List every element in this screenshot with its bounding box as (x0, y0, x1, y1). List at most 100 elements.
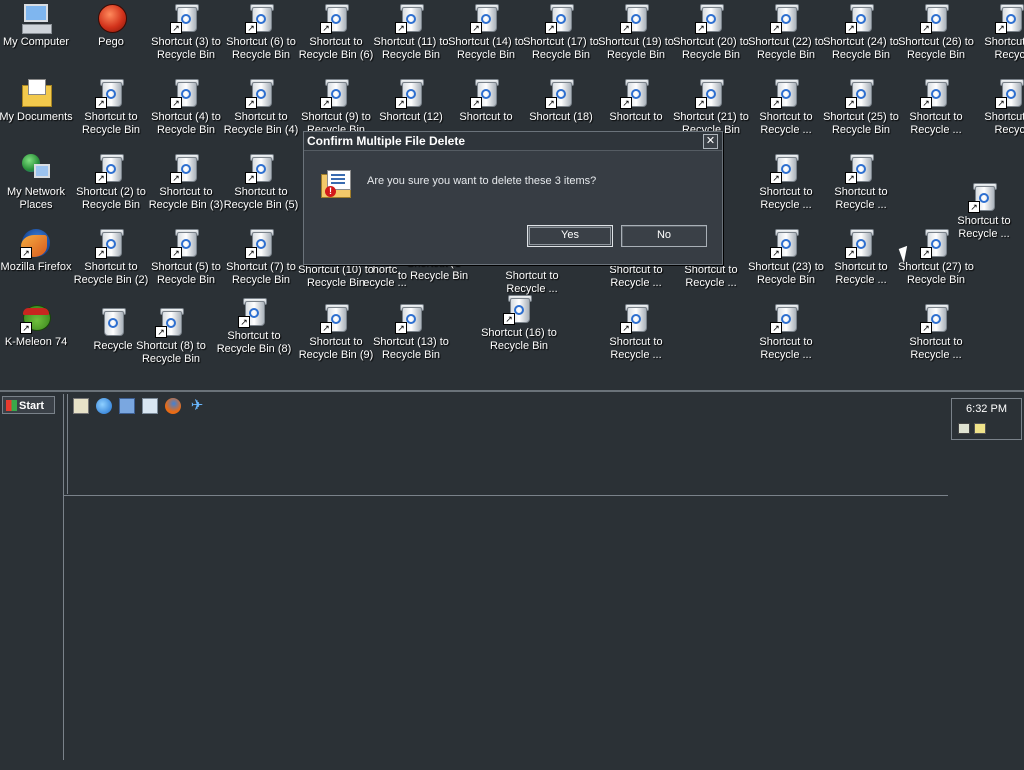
icon-label: Shortcut to (609, 111, 663, 123)
shortcut-icon[interactable]: ↗ Shortcut to (598, 77, 674, 124)
shortcut-icon[interactable]: ↗ Shortcut to Recycle ... (748, 77, 824, 137)
shortcut-icon[interactable]: ↗ Shortcut to Recycle Bin (4) (223, 77, 299, 137)
recycle-bin-icon: ↗ (95, 77, 127, 109)
recycle-bin-icon: ↗ (770, 152, 802, 184)
show-desktop-icon[interactable] (73, 398, 89, 414)
icon-label: Shortcut to Recycle ... (759, 186, 813, 211)
shortcut-icon[interactable]: ↗ Shortcut (12) (373, 77, 449, 124)
icon-label: Shortcut to Recycle ... (684, 264, 738, 289)
shortcut-icon[interactable]: ↗ Shortcut (9) to Recycle Bin (298, 77, 374, 137)
icon-label: Shortcut to Recycle ... (759, 336, 813, 361)
recycle-bin-icon: ↗ (320, 302, 352, 334)
shortcut-icon[interactable]: ↗ Shortcut (7) to Recycle Bin (223, 227, 299, 287)
icon-label: Shortcut (14) to Recycle Bin (448, 36, 524, 61)
shortcut-icon[interactable]: ↗ Shortcut (22) to Recycle Bin (748, 2, 824, 62)
search-icon[interactable] (142, 398, 158, 414)
icon-label: Shortcut (13) to Recycle Bin (373, 336, 449, 361)
icon-label: Shortcut to Recycle Bin (6) (298, 36, 374, 61)
delete-warning-icon: ! (321, 168, 353, 198)
shortcut-icon[interactable]: ↗ Shortcut (24) to Recycle Bin (823, 2, 899, 62)
shortcut-icon[interactable]: ↗ Shortcut (18) (523, 77, 599, 124)
recycle-bin-icon: ↗ (395, 2, 427, 34)
shortcut-icon[interactable]: ↗ Shortcut to Recycle ... (898, 77, 974, 137)
shortcut-icon[interactable]: ↗ Shortcut (19) to Recycle Bin (598, 2, 674, 62)
recycle-bin-icon: ↗ (845, 152, 877, 184)
shortcut-icon[interactable]: ↗ Shortcut (14) to Recycle Bin (448, 2, 524, 62)
shortcut-icon[interactable]: ↗ Shortcut to Recycle ... (748, 302, 824, 362)
clock[interactable]: 6:32 PM (952, 403, 1021, 415)
icon-label: Shortcut to Recycle ... (909, 111, 963, 136)
shortcut-icon[interactable]: ↗ Shortcut to Recycle Bin (9) (298, 302, 374, 362)
recycle-bin-icon: ↗ (770, 227, 802, 259)
shortcut-icon[interactable]: ↗ Shortcut (3) to Recycle Bin (148, 2, 224, 62)
close-button[interactable]: ✕ (703, 134, 718, 149)
icon-label: Shortcut to Recycle Bin (2) (73, 261, 149, 286)
system-tray: 6:32 PM (951, 398, 1022, 440)
shortcut-icon[interactable]: ↗ Shortcut (5) to Recycle Bin (148, 227, 224, 287)
icon-label: Shortcut to (459, 111, 513, 123)
recycle-bin-icon: ↗ (155, 306, 187, 338)
shortcut-icon[interactable]: ↗ Shortcut (17) to Recycle Bin (523, 2, 599, 62)
shortcut-icon[interactable]: ↗ Shortcut (16) to Recycle Bin (481, 293, 557, 353)
my-computer-icon[interactable]: My Computer (0, 2, 74, 49)
icon-label: Shortcut (26) to Recycle Bin (898, 36, 974, 61)
recycle-bin-icon: ↗ (845, 227, 877, 259)
no-button[interactable]: No (621, 225, 707, 247)
shortcut-icon[interactable]: ↗ Shortcut to Recycle Bin (5) (223, 152, 299, 212)
pego-icon[interactable]: Pego (73, 2, 149, 49)
recycle-bin-icon: ↗ (245, 77, 277, 109)
shortcut-icon[interactable]: ↗ Shortcut (23) to Recycle Bin (748, 227, 824, 287)
shortcut-icon[interactable]: ↗ Shortcut (8) to Recycle Bin (133, 306, 209, 366)
shortcut-icon[interactable]: ↗ Shortcut (21) to Recycle Bin (673, 77, 749, 137)
shortcut-icon[interactable]: ↗ Shortcut (13) to Recycle Bin (373, 302, 449, 362)
icon-label: Shortcut to (505, 270, 559, 282)
shortcut-icon[interactable]: ↗ Shortcut to Recycle ... (898, 302, 974, 362)
shortcut-icon[interactable]: ↗Shortcut to Recycl (973, 77, 1024, 137)
k-meleon-icon[interactable]: ↗ K-Meleon 74 (0, 302, 74, 349)
icon-label: Shortcut to Recycl (984, 36, 1024, 61)
mozilla-firefox-icon[interactable]: ↗ Mozilla Firefox (0, 227, 74, 274)
shortcut-icon[interactable]: ↗ Shortcut (6) to Recycle Bin (223, 2, 299, 62)
shortcut-icon[interactable]: ↗ Shortcut (26) to Recycle Bin (898, 2, 974, 62)
shortcut-icon[interactable]: ↗ Shortcut to Recycle Bin (8) (216, 296, 292, 356)
start-button[interactable]: Start (2, 396, 55, 414)
shortcut-icon[interactable]: ↗ Shortcut to Recycle ... (823, 152, 899, 212)
icon-label: Shortcut (20) to Recycle Bin (673, 36, 749, 61)
shortcut-icon[interactable]: ↗ Shortcut to Recycle ... (598, 302, 674, 362)
shortcut-icon[interactable]: ↗ Shortcut (20) to Recycle Bin (673, 2, 749, 62)
icon-label: Shortcut (19) to Recycle Bin (598, 36, 674, 61)
security-tray-icon[interactable] (974, 423, 986, 434)
shortcut-icon[interactable]: ↗ Shortcut (2) to Recycle Bin (73, 152, 149, 212)
yes-button[interactable]: Yes (527, 225, 613, 247)
recycle-bin-icon: ↗ (770, 302, 802, 334)
shortcut-icon[interactable]: ↗ Shortcut to Recycle Bin (73, 77, 149, 137)
my-network-places-icon[interactable]: My Network Places (0, 152, 74, 212)
dialog-titlebar[interactable]: Confirm Multiple File Delete ✕ (304, 132, 722, 151)
recycle-bin-icon: ↗ (695, 77, 727, 109)
internet-explorer-icon[interactable] (96, 398, 112, 414)
outlook-express-icon[interactable] (119, 398, 135, 414)
shortcut-icon[interactable]: ↗Shortcut to Recycl (973, 2, 1024, 62)
icon-label: Shortcut (18) (529, 111, 593, 123)
shortcut-icon[interactable]: ↗ Shortcut to Recycle ... (748, 152, 824, 212)
shortcut-icon[interactable]: ↗ Shortcut to Recycle ... (823, 227, 899, 287)
shortcut-icon[interactable]: ↗ Shortcut to Recycle Bin (6) (298, 2, 374, 62)
my-documents-icon[interactable]: My Documents (0, 77, 74, 124)
icon-label: Shortcut to Recycle Bin (9) (298, 336, 374, 361)
shortcut-icon[interactable]: ↗ Shortcut (4) to Recycle Bin (148, 77, 224, 137)
firefox-icon[interactable] (165, 398, 181, 414)
shortcut-icon[interactable]: ↗ Shortcut to Recycle Bin (2) (73, 227, 149, 287)
shortcut-icon[interactable]: hortc ecycle ... (360, 264, 410, 290)
icon-label: Shortcut (8) to Recycle Bin (136, 340, 206, 365)
dialog-title: Confirm Multiple File Delete (307, 134, 466, 148)
network-tray-icon[interactable] (958, 423, 970, 434)
recycle-bin-icon: ↗ (770, 2, 802, 34)
icon-label: Shortcut (7) to Recycle Bin (226, 261, 296, 286)
shortcut-icon[interactable]: ↗ Shortcut (11) to Recycle Bin (373, 2, 449, 62)
recycle-bin-icon: ↗ (920, 227, 952, 259)
shortcut-icon[interactable]: ↗ Shortcut to Recycle Bin (3) (148, 152, 224, 212)
shortcut-icon[interactable]: ↗ Shortcut (25) to Recycle Bin (823, 77, 899, 137)
folder-icon (20, 77, 52, 109)
shortcut-icon[interactable]: ↗ Shortcut to (448, 77, 524, 124)
messenger-icon[interactable]: ✈ (189, 398, 205, 414)
